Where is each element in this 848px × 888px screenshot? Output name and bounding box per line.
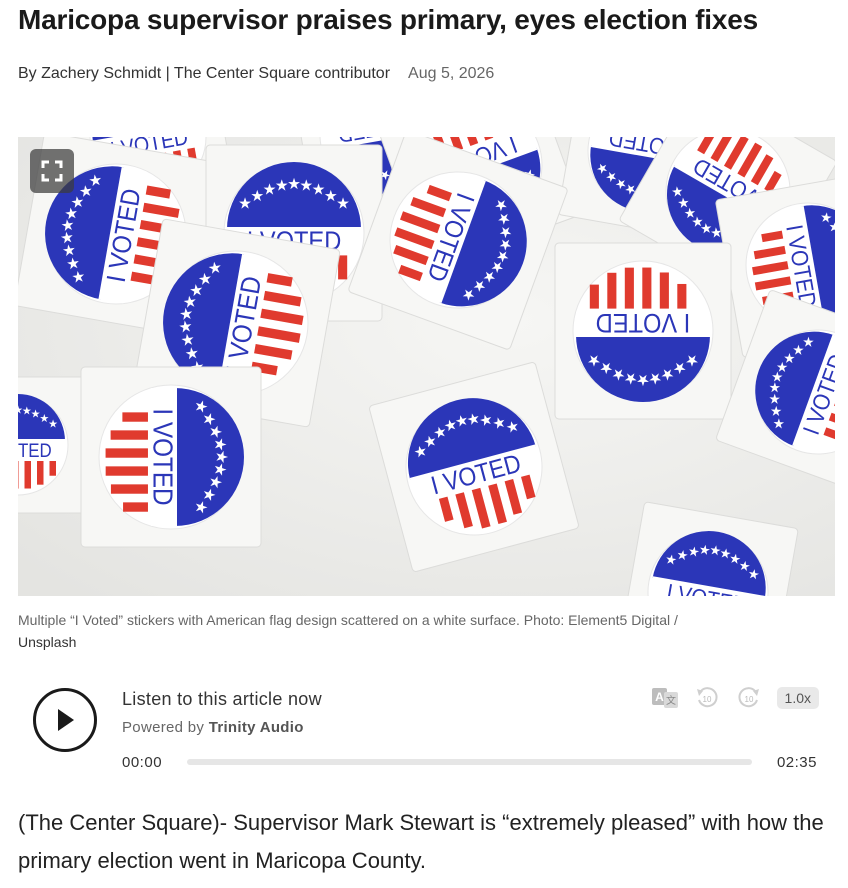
expand-image-button[interactable] xyxy=(30,149,74,193)
play-button[interactable] xyxy=(33,688,97,752)
forward-10-button[interactable]: 10 xyxy=(735,686,763,710)
svg-text:A: A xyxy=(655,690,664,704)
play-icon xyxy=(58,709,74,731)
svg-text:I VOTED: I VOTED xyxy=(596,308,691,338)
time-elapsed: 00:00 xyxy=(122,754,163,771)
rewind-10-icon: 10 xyxy=(696,687,718,708)
progress-bar[interactable] xyxy=(187,759,752,765)
audio-player: Listen to this article now Powered by Tr… xyxy=(18,676,835,776)
voted-stickers-photo: ★★★★★★★★★I VOTED★★★★★★★★★I VOTED★★★★★★★★… xyxy=(18,137,835,596)
voted-sticker: ★★★★★★★★★I VOTED xyxy=(18,376,87,514)
author-line[interactable]: By Zachery Schmidt | The Center Square c… xyxy=(18,65,390,83)
svg-text:10: 10 xyxy=(744,695,753,704)
speed-button[interactable]: 1.0x xyxy=(776,687,819,709)
byline: By Zachery Schmidt | The Center Square c… xyxy=(18,65,494,83)
svg-text:10: 10 xyxy=(702,695,711,704)
powered-prefix: Powered by xyxy=(122,719,205,736)
publish-date: Aug 5, 2026 xyxy=(408,65,495,82)
svg-text:★: ★ xyxy=(336,195,350,213)
svg-text:★: ★ xyxy=(587,352,601,370)
player-title: Listen to this article now xyxy=(122,689,322,709)
voted-sticker: ★★★★★★★★★I VOTED xyxy=(554,242,732,420)
caption-credit[interactable]: Unsplash xyxy=(18,634,76,650)
hero-image: ★★★★★★★★★I VOTED★★★★★★★★★I VOTED★★★★★★★★… xyxy=(18,137,835,596)
translate-icon: A 文 xyxy=(651,688,678,708)
caption-text: Multiple “I Voted” stickers with America… xyxy=(18,612,678,628)
expand-icon xyxy=(41,160,63,182)
player-controls: A 文 10 10 1.0x xyxy=(651,686,819,710)
svg-text:★: ★ xyxy=(48,418,58,431)
voted-sticker: ★★★★★★★★★I VOTED xyxy=(80,366,262,548)
powered-by: Powered by Trinity Audio xyxy=(122,719,304,736)
svg-text:I VOTED: I VOTED xyxy=(148,408,179,505)
trinity-audio-link[interactable]: Trinity Audio xyxy=(209,719,304,736)
article-body-paragraph: (The Center Square)- Supervisor Mark Ste… xyxy=(18,810,824,873)
forward-10-icon: 10 xyxy=(738,687,759,708)
rewind-10-button[interactable]: 10 xyxy=(693,686,721,710)
image-caption: Multiple “I Voted” stickers with America… xyxy=(18,609,818,653)
article-headline: Maricopa supervisor praises primary, eye… xyxy=(18,4,758,35)
svg-text:文: 文 xyxy=(666,694,676,707)
svg-text:★: ★ xyxy=(192,500,211,514)
time-total: 02:35 xyxy=(776,754,817,771)
translate-button[interactable]: A 文 xyxy=(651,686,679,710)
svg-text:I VOTED: I VOTED xyxy=(18,441,52,462)
